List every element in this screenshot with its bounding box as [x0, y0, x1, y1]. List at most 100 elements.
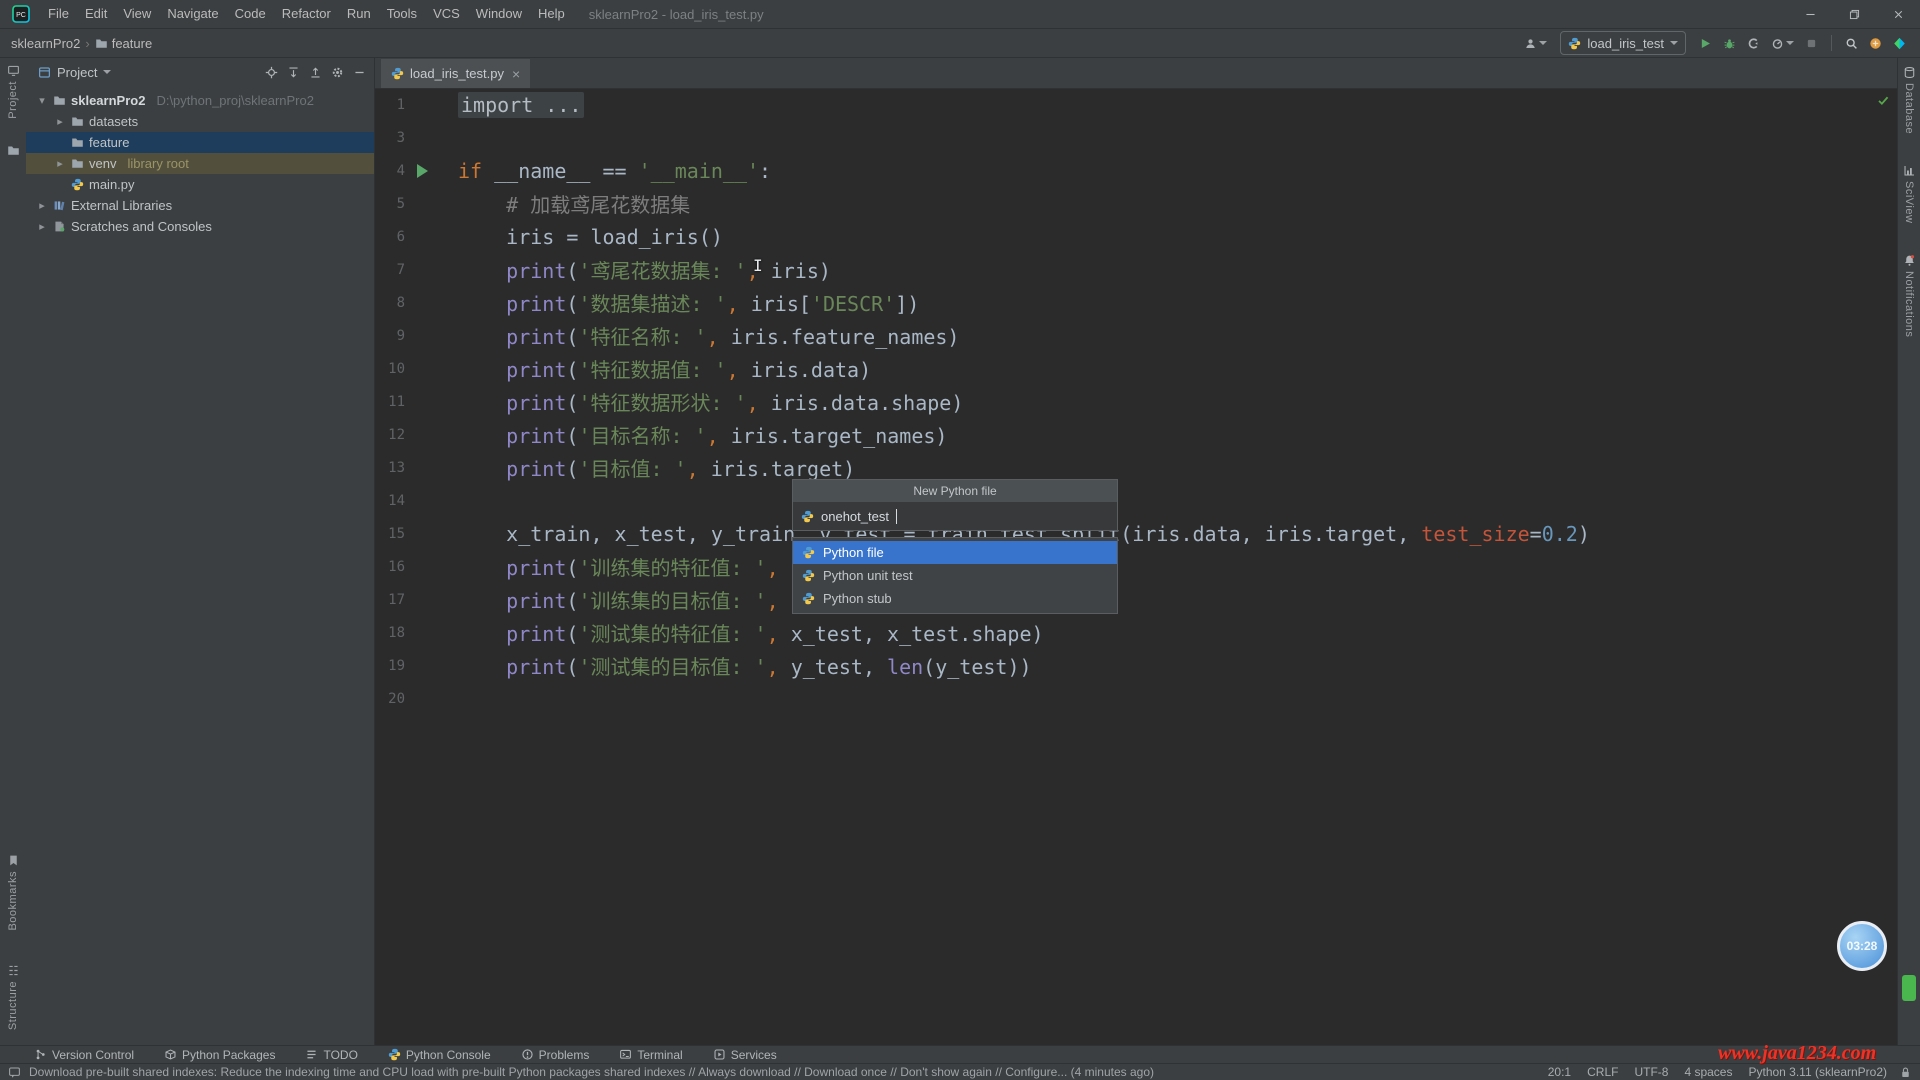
breadcrumb-item-sklearnPro2[interactable]: sklearnPro2 — [8, 36, 83, 51]
chevron-down-icon[interactable]: ▾ — [36, 94, 48, 107]
coverage-button[interactable] — [1745, 35, 1762, 52]
tool-window-button-python-console[interactable]: Python Console — [388, 1048, 491, 1062]
text-caret — [896, 509, 897, 524]
code-text: print('测试集的特征值: ', x_test, x_test.shape) — [458, 618, 1044, 647]
menu-vcs[interactable]: VCS — [425, 0, 468, 28]
tool-stripe-sciview-button[interactable]: SciView — [1898, 164, 1920, 223]
tree-item-feature[interactable]: feature — [26, 132, 374, 153]
tree-item-sklearnpro2[interactable]: ▾sklearnPro2D:\python_proj\sklearnPro2 — [26, 90, 374, 111]
menu-file[interactable]: File — [40, 0, 77, 28]
debug-button[interactable] — [1721, 35, 1738, 52]
code-segment — [458, 259, 506, 283]
breadcrumb-item-feature[interactable]: feature — [92, 36, 155, 51]
file-kind-python-unit-test[interactable]: Python unit test — [793, 564, 1117, 587]
tool-window-button-terminal[interactable]: Terminal — [619, 1048, 682, 1062]
settings-button[interactable] — [328, 63, 346, 81]
tool-window-button-todo[interactable]: TODO — [305, 1048, 357, 1062]
chevron-right-icon[interactable]: ▸ — [36, 220, 48, 233]
code-segment: ( — [566, 325, 578, 349]
status-link-download-once[interactable]: Download once — [804, 1065, 887, 1079]
status-widget-crlf[interactable]: CRLF — [1587, 1065, 1618, 1079]
file-kind-python-file[interactable]: Python file — [793, 541, 1117, 564]
menu-code[interactable]: Code — [227, 0, 274, 28]
status-widget-python-3-11-sklearnpro2-[interactable]: Python 3.11 (sklearnPro2) — [1748, 1065, 1887, 1079]
tool-window-button-services[interactable]: Services — [713, 1048, 777, 1062]
profiler-button[interactable] — [1769, 35, 1796, 52]
code-line: 7 print('鸢尾花数据集: ', iris) — [375, 253, 1898, 286]
teal-logo-button[interactable] — [1891, 35, 1908, 52]
scratch-icon — [53, 220, 66, 233]
expand-all-button[interactable] — [284, 63, 302, 81]
inspections-ok-icon[interactable] — [1877, 94, 1890, 107]
tree-item-venv[interactable]: ▸venvlibrary root — [26, 153, 374, 174]
menu-edit[interactable]: Edit — [77, 0, 115, 28]
notification-balloon-icon[interactable] — [8, 1066, 21, 1079]
chevron-right-icon[interactable]: ▸ — [54, 157, 66, 170]
hide-button[interactable] — [350, 63, 368, 81]
file-kind-python-stub[interactable]: Python stub — [793, 587, 1117, 610]
chevron-right-icon[interactable]: ▸ — [54, 115, 66, 128]
menu-navigate[interactable]: Navigate — [159, 0, 226, 28]
status-widget-utf-8[interactable]: UTF-8 — [1634, 1065, 1668, 1079]
tree-item-scratches-and-consoles[interactable]: ▸Scratches and Consoles — [26, 216, 374, 237]
chevron-right-icon[interactable]: ▸ — [36, 199, 48, 212]
code-text: print('特征名称: ', iris.feature_names) — [458, 321, 959, 350]
lock-icon[interactable] — [1899, 1066, 1912, 1079]
menu-tools[interactable]: Tools — [379, 0, 425, 28]
project-panel-title[interactable]: Project — [57, 65, 97, 80]
close-button[interactable] — [1876, 0, 1920, 28]
menu-view[interactable]: View — [115, 0, 159, 28]
project-tool-window: Project ▾sklearnPro2D:\python_proj\sklea… — [26, 58, 375, 1046]
tool-window-button-version-control[interactable]: Version Control — [34, 1048, 134, 1062]
run-line-icon[interactable] — [417, 164, 428, 178]
menu-window[interactable]: Window — [468, 0, 530, 28]
restore-button[interactable] — [1832, 0, 1876, 28]
tree-item-main-py[interactable]: main.py — [26, 174, 374, 195]
status-link-configure-[interactable]: Configure... — [1005, 1065, 1067, 1079]
run-button[interactable] — [1697, 35, 1714, 52]
orange-circle-button[interactable] — [1867, 35, 1884, 52]
tool-window-button-problems[interactable]: Problems — [521, 1048, 590, 1062]
tab-close-icon[interactable]: × — [512, 66, 520, 82]
code-segment: test_size — [1421, 522, 1529, 546]
locate-button[interactable] — [262, 63, 280, 81]
code-segment: ( — [566, 655, 578, 679]
menu-run[interactable]: Run — [339, 0, 379, 28]
search-everywhere-button[interactable] — [1843, 35, 1860, 52]
chevron-down-icon[interactable] — [103, 70, 111, 74]
menu-refactor[interactable]: Refactor — [274, 0, 339, 28]
tool-stripe-commit-button[interactable] — [0, 144, 26, 157]
tool-stripe-structure-button[interactable]: Structure — [0, 964, 26, 1030]
code-line: 14 — [375, 484, 1898, 517]
code-segment: , — [727, 292, 739, 316]
tab-load-iris-test[interactable]: load_iris_test.py × — [381, 59, 530, 88]
tree-item-datasets[interactable]: ▸datasets — [26, 111, 374, 132]
tree-item-external-libraries[interactable]: ▸External Libraries — [26, 195, 374, 216]
stop-button[interactable] — [1803, 35, 1820, 52]
tool-window-label: Python Packages — [182, 1048, 275, 1062]
user-menu-button[interactable] — [1522, 35, 1549, 52]
status-link-always-download[interactable]: Always download — [698, 1065, 791, 1079]
run-configuration-select[interactable]: load_iris_test — [1560, 31, 1686, 55]
status-link-separator: // — [685, 1065, 698, 1079]
status-link-don-t-show-again[interactable]: Don't show again — [900, 1065, 992, 1079]
tool-window-label: Terminal — [637, 1048, 682, 1062]
code-segment — [458, 193, 506, 217]
tool-stripe-notifications-button[interactable]: Notifications — [1898, 254, 1920, 337]
tool-stripe-bookmarks-button[interactable]: Bookmarks — [0, 854, 26, 931]
status-widget-4-spaces[interactable]: 4 spaces — [1684, 1065, 1732, 1079]
line-number: 4 — [375, 163, 405, 179]
tool-stripe-project-button[interactable]: Project — [0, 64, 26, 119]
tool-stripe-database-button[interactable]: Database — [1898, 66, 1920, 134]
status-link-separator: // — [887, 1065, 900, 1079]
minimize-button[interactable] — [1788, 0, 1832, 28]
code-segment: , — [767, 622, 779, 646]
code-line: 16 print('训练集的特征值: ', — [375, 550, 1898, 583]
tool-window-button-python-packages[interactable]: Python Packages — [164, 1048, 275, 1062]
menu-help[interactable]: Help — [530, 0, 573, 28]
status-widget-20-1[interactable]: 20:1 — [1548, 1065, 1571, 1079]
code-segment: '训练集的特征值: ' — [578, 556, 766, 580]
run-configuration-value: load_iris_test — [1587, 36, 1664, 51]
new-file-name-input[interactable]: onehot_test — [793, 502, 1117, 530]
collapse-all-button[interactable] — [306, 63, 324, 81]
